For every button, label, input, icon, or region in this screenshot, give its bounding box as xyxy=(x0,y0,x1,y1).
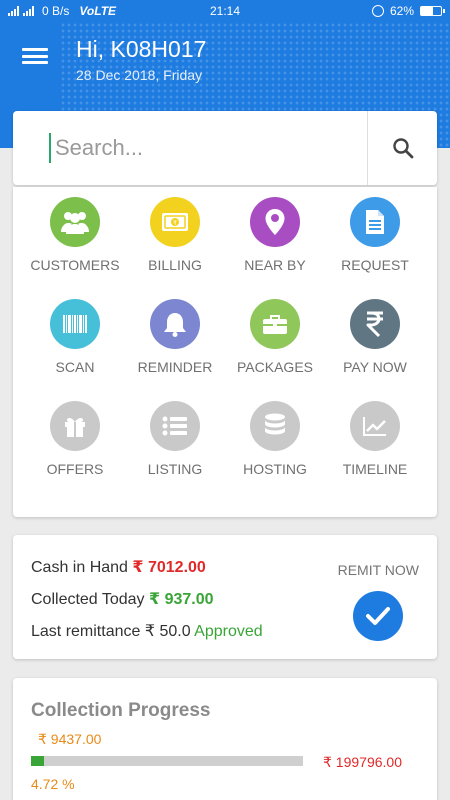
network-speed: 0 B/s xyxy=(42,4,70,18)
last-remittance-row: Last remittance ₹ 50.0 Approved xyxy=(31,621,263,641)
listing-circle xyxy=(150,401,200,451)
status-bar: 0 B/s VoLTE 21:14 62% xyxy=(0,0,450,22)
text-cursor xyxy=(49,133,51,163)
last-remittance-status: Approved xyxy=(194,623,263,640)
scan-circle xyxy=(50,299,100,349)
tile-label: HOSTING xyxy=(243,461,307,477)
tile-label: PACKAGES xyxy=(237,359,313,375)
cash-summary-card: Cash in Hand ₹ 7012.00 Collected Today ₹… xyxy=(13,535,437,659)
collected-today-label: Collected Today xyxy=(31,591,145,608)
billing-circle: ₹ xyxy=(150,197,200,247)
tile-label: PAY NOW xyxy=(343,359,407,375)
tile-near-by[interactable]: NEAR BY xyxy=(225,197,325,299)
request-circle xyxy=(350,197,400,247)
volte-indicator: VoLTE xyxy=(79,4,117,18)
hosting-circle xyxy=(250,401,300,451)
progress-title: Collection Progress xyxy=(31,700,211,721)
remit-now-button[interactable] xyxy=(353,591,403,641)
search-button[interactable] xyxy=(367,111,437,185)
battery-icon xyxy=(420,6,445,16)
tile-billing[interactable]: ₹ BILLING xyxy=(125,197,225,299)
tile-label: BILLING xyxy=(148,257,202,273)
reminder-circle xyxy=(150,299,200,349)
cash-in-hand-label: Cash in Hand xyxy=(31,559,128,576)
collected-today-row: Collected Today ₹ 937.00 xyxy=(31,589,214,609)
gift-icon xyxy=(65,417,85,437)
tile-label: NEAR BY xyxy=(244,257,306,273)
menu-icon[interactable] xyxy=(22,46,48,66)
remit-now-label: REMIT NOW xyxy=(337,562,419,578)
date-label: 28 Dec 2018, Friday xyxy=(76,67,203,83)
progress-percent: 4.72 % xyxy=(31,776,75,792)
tile-timeline[interactable]: TIMELINE xyxy=(325,401,425,503)
tile-label: SCAN xyxy=(55,359,95,375)
last-remittance-value: ₹ 50.0 xyxy=(144,623,191,640)
near-by-circle xyxy=(250,197,300,247)
target-amount: ₹ 199796.00 xyxy=(323,754,402,770)
search-bar: Search... xyxy=(13,111,437,185)
check-icon xyxy=(366,607,390,625)
tile-label: LISTING xyxy=(147,461,203,477)
customers-icon xyxy=(61,212,89,234)
tile-label: OFFERS xyxy=(46,461,104,477)
collection-progress-card: Collection Progress ₹ 9437.00 ₹ 199796.0… xyxy=(13,678,437,800)
search-input[interactable]: Search... xyxy=(13,111,367,185)
tile-hosting[interactable]: HOSTING xyxy=(225,401,325,503)
tile-listing[interactable]: LISTING xyxy=(125,401,225,503)
database-icon xyxy=(265,413,285,435)
tile-packages[interactable]: PACKAGES xyxy=(225,299,325,401)
list-icon xyxy=(162,416,187,436)
rotation-lock-icon xyxy=(371,5,384,17)
signal-icon xyxy=(8,6,19,16)
tile-reminder[interactable]: REMINDER xyxy=(125,299,225,401)
tile-scan[interactable]: SCAN xyxy=(25,299,125,401)
search-icon xyxy=(392,138,413,159)
billing-icon: ₹ xyxy=(162,213,188,231)
customers-circle xyxy=(50,197,100,247)
last-remittance-label: Last remittance xyxy=(31,623,141,640)
timeline-circle xyxy=(350,401,400,451)
tile-label: REMINDER xyxy=(137,359,213,375)
trend-chart-icon xyxy=(363,417,386,436)
collected-today-value: ₹ 937.00 xyxy=(149,591,214,608)
cash-in-hand-row: Cash in Hand ₹ 7012.00 xyxy=(31,557,206,577)
rupee-icon xyxy=(366,311,383,338)
pay-now-circle xyxy=(350,299,400,349)
tile-label: TIMELINE xyxy=(342,461,408,477)
tile-label: CUSTOMERS xyxy=(30,257,120,273)
briefcase-icon xyxy=(263,315,287,334)
bell-icon xyxy=(164,313,186,337)
collected-amount: ₹ 9437.00 xyxy=(38,731,102,747)
signal-4g-icon xyxy=(23,6,34,16)
tile-label: REQUEST xyxy=(341,257,409,273)
cash-in-hand-value: ₹ 7012.00 xyxy=(132,559,206,576)
tile-request[interactable]: REQUEST xyxy=(325,197,425,299)
search-placeholder: Search... xyxy=(55,135,144,160)
progress-bar xyxy=(31,756,303,766)
battery-percent: 62% xyxy=(389,4,414,18)
svg-text:₹: ₹ xyxy=(173,220,177,227)
tile-customers[interactable]: CUSTOMERS xyxy=(25,197,125,299)
action-grid: CUSTOMERS ₹ BILLING NEAR BY REQUEST SCAN… xyxy=(13,187,437,517)
offers-circle xyxy=(50,401,100,451)
tile-offers[interactable]: OFFERS xyxy=(25,401,125,503)
barcode-icon xyxy=(63,315,87,333)
packages-circle xyxy=(250,299,300,349)
greeting: Hi, K08H017 xyxy=(76,36,207,62)
location-pin-icon xyxy=(265,209,285,235)
document-icon xyxy=(366,210,384,234)
tile-pay-now[interactable]: PAY NOW xyxy=(325,299,425,401)
progress-bar-fill xyxy=(31,756,44,766)
